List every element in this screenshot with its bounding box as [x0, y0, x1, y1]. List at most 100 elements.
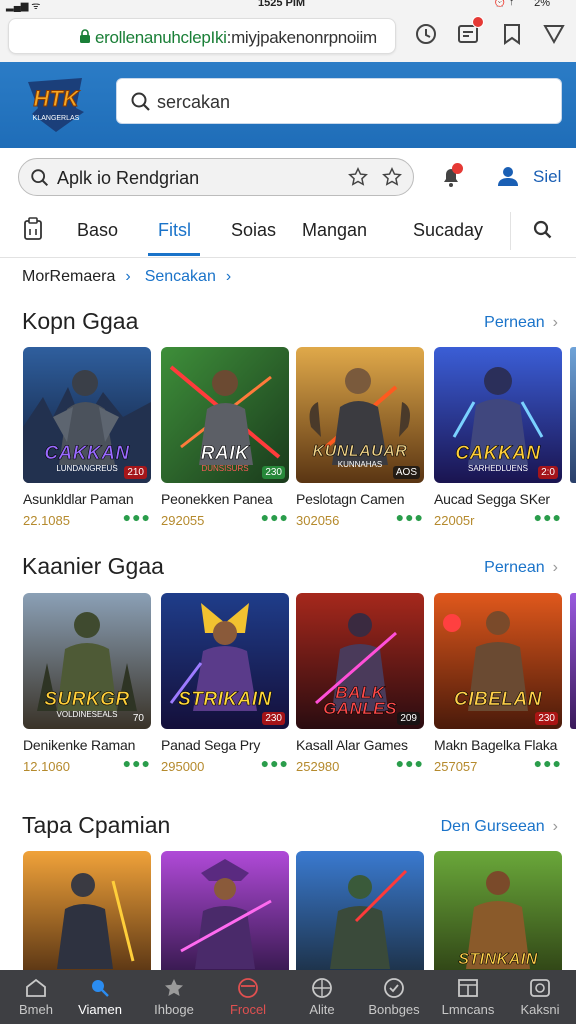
svg-text:KLANGERLAS: KLANGERLAS [33, 115, 80, 122]
section-title: Kopn Ggaa [22, 308, 139, 334]
nav-item-bonbges[interactable]: Bonbges [358, 970, 430, 1024]
lock-icon [80, 29, 90, 43]
game-thumbnail: CIBELAN 230 [434, 593, 562, 729]
url-text: erollenanuhclepIki:miyjpakenonrpnoiim [95, 28, 377, 47]
bookmark-icon[interactable] [498, 20, 526, 48]
game-count: 252980 [296, 759, 340, 774]
game-card[interactable]: KUNLAUAR KUNNAHAS AOS Peslotagn Camen 30… [296, 347, 424, 529]
url-bar[interactable]: erollenanuhclepIki:miyjpakenonrpnoiim [8, 18, 396, 54]
nav-item-alite[interactable]: Alite [286, 970, 358, 1024]
more-dots-icon[interactable]: ●●● [396, 509, 424, 525]
tabs-icon[interactable] [454, 16, 484, 48]
game-thumbnail [296, 851, 424, 987]
game-count: 22.1085 [23, 513, 70, 528]
menu-triangle-icon[interactable] [540, 20, 568, 48]
section-title: Kaanier Ggaa [22, 553, 164, 579]
more-dots-icon[interactable]: ●●● [534, 509, 562, 525]
more-dots-icon[interactable]: ●●● [261, 755, 289, 771]
game-thumbnail: STINKAIN [434, 851, 562, 987]
game-thumbnail: KUNLAUAR KUNNAHAS AOS [296, 347, 424, 483]
more-dots-icon[interactable]: ●●● [261, 509, 289, 525]
search-icon [31, 169, 49, 187]
rating-badge: AOS [392, 466, 420, 479]
game-card[interactable] [23, 851, 151, 987]
signal-icon: ▂▄▆ ᯤ [6, 1, 41, 12]
browser-toolbar: erollenanuhclepIki:miyjpakenonrpnoiim [0, 12, 576, 62]
game-thumbnail: SURKGR VOLDINESEALS 70 [23, 593, 151, 729]
game-name: Aucad Segga SKer [434, 491, 550, 507]
tab-mangan[interactable]: Mangan [302, 220, 367, 241]
site-logo[interactable]: HTK KLANGERLAS [24, 74, 88, 134]
user-label[interactable]: Siel [533, 167, 561, 187]
tab-soias[interactable]: Soias [231, 220, 276, 241]
game-card[interactable]: STINKAIN [434, 851, 562, 987]
nav-item-frocel[interactable]: Frocel [212, 970, 284, 1024]
notification-bell-icon[interactable] [436, 162, 466, 192]
search-icon [131, 92, 150, 111]
user-icon[interactable] [493, 162, 523, 192]
game-card[interactable]: BALK GANLES 209 Kasall Alar Games 252980… [296, 593, 424, 775]
chevron-right-icon: › [225, 268, 232, 285]
more-dots-icon[interactable]: ●●● [534, 755, 562, 771]
app-search-text: Aplk io Rendgrian [57, 168, 200, 188]
more-dots-icon[interactable]: ●●● [123, 755, 151, 771]
game-count: 22005r [434, 513, 475, 528]
compass-icon [312, 978, 332, 998]
section-title: Tapa Cpamian [22, 812, 171, 838]
rating-badge: 230 [535, 712, 558, 725]
game-thumbnail: BALK GANLES 209 [296, 593, 424, 729]
home-icon [26, 978, 46, 997]
game-thumbnail: CAKKAN LUNDANGREUS 210 [23, 347, 151, 483]
game-count: 257057 [434, 759, 478, 774]
section-more-link[interactable]: Den Gurseean › [441, 818, 558, 836]
section-more-link[interactable]: Pernean › [484, 559, 558, 577]
more-dots-icon[interactable]: ●●● [396, 755, 424, 771]
tab-fitsl[interactable]: Fitsl [158, 220, 191, 241]
tab-baso[interactable]: Baso [77, 220, 118, 241]
next-card-peek [570, 593, 576, 729]
nav-item-kaksni[interactable]: Kaksni [504, 970, 576, 1024]
app-search-input[interactable]: Aplk io Rendgrian [18, 158, 414, 196]
nav-item-lmncans[interactable]: Lmncans [432, 970, 504, 1024]
rating-badge: 230 [262, 466, 285, 479]
more-dots-icon[interactable]: ●●● [123, 509, 151, 525]
star-icon[interactable] [347, 166, 369, 188]
game-card[interactable]: CIBELAN 230 Makn Bagelka Flaka 257057 ●●● [434, 593, 562, 775]
game-count: 12.1060 [23, 759, 70, 774]
nav-item-ihboge[interactable]: Ihboge [138, 970, 210, 1024]
clipboard-icon[interactable] [22, 217, 44, 241]
refresh-icon[interactable] [412, 20, 440, 48]
game-thumbnail [161, 851, 289, 987]
tab-sucaday[interactable]: Sucaday [413, 220, 483, 241]
settings-icon [530, 979, 550, 997]
game-name: Asunkldlar Paman [23, 491, 134, 507]
bottom-nav: Bmeh Viamen Ihboge Frocel Alite Bonbges … [0, 970, 576, 1024]
site-search-input[interactable]: sercakan [116, 78, 562, 124]
game-count: 302056 [296, 513, 340, 528]
game-card[interactable]: CAKKAN SARHEDLUENS 2:0 Aucad Segga SKer … [434, 347, 562, 529]
chevron-right-icon: › [552, 818, 558, 835]
section-more-link[interactable]: Pernean › [484, 314, 558, 332]
grid-icon [458, 979, 478, 997]
next-card-peek [570, 347, 576, 483]
favorite-star-icon[interactable] [381, 166, 403, 188]
search-icon[interactable] [531, 218, 555, 242]
game-card[interactable] [296, 851, 424, 987]
game-card[interactable] [161, 851, 289, 987]
game-card[interactable]: STRIKAIN 230 Panad Sega Pry 295000 ●●● [161, 593, 289, 775]
game-count: 295000 [161, 759, 205, 774]
chevron-right-icon: › [125, 268, 131, 285]
nav-item-viamen[interactable]: Viamen [64, 970, 136, 1024]
svg-text:HTK: HTK [33, 86, 80, 111]
tabs-badge [472, 16, 484, 28]
game-card[interactable]: SURKGR VOLDINESEALS 70 Denikenke Raman 1… [23, 593, 151, 775]
category-tabs: Baso Fitsl Soias Mangan Sucaday [0, 208, 576, 258]
game-name: Kasall Alar Games [296, 737, 408, 753]
game-name: Panad Sega Pry [161, 737, 261, 753]
breadcrumb-second[interactable]: Sencakan [145, 268, 216, 285]
game-name: Peslotagn Camen [296, 491, 405, 507]
nav-item-bmeh[interactable]: Bmeh [0, 970, 72, 1024]
game-card[interactable]: RAIK DUNSISURS 230 Peonekken Panea 29205… [161, 347, 289, 529]
game-card[interactable]: CAKKAN LUNDANGREUS 210 Asunkldlar Paman … [23, 347, 151, 529]
breadcrumb-first[interactable]: MorRemaera [22, 268, 115, 285]
